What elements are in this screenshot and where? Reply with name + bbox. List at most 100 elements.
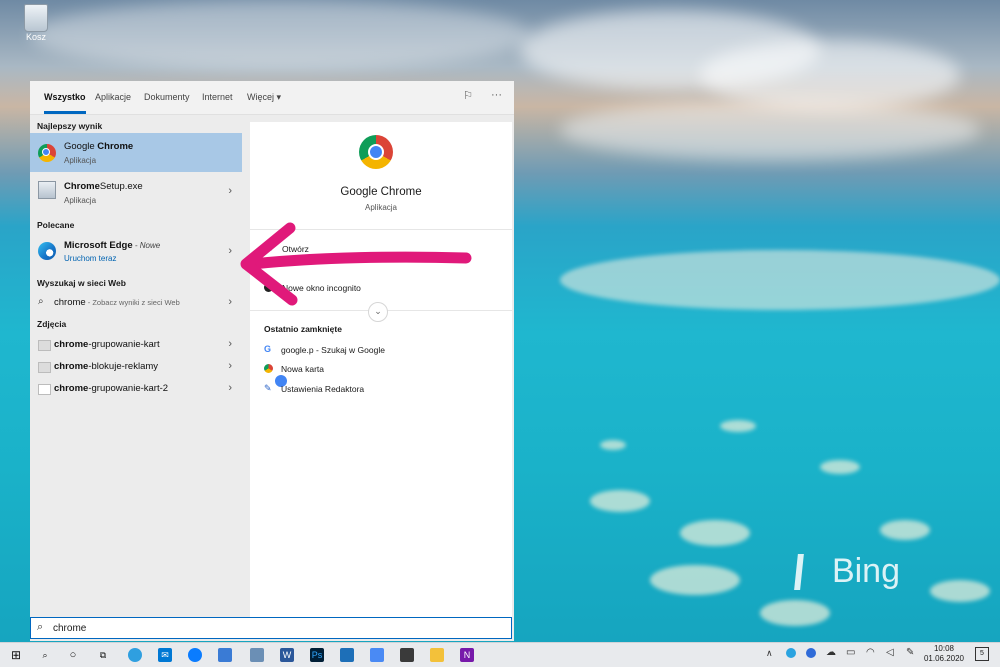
bing-b-icon — [794, 553, 826, 590]
notification-icon[interactable]: 5 — [975, 647, 989, 661]
taskbar: ⊞ ⌕ ○ ⧉ ✉ W Ps N ∧ ☁ ▭ ◠ ◁ ✎ 10:08 01.06… — [0, 642, 1000, 667]
translate-icon[interactable] — [370, 648, 384, 662]
photo-result[interactable]: chrome-blokuje-reklamy › — [30, 357, 242, 377]
recent-item[interactable]: G google.p - Szukaj w Google — [264, 344, 504, 358]
tab-internet[interactable]: Internet — [202, 81, 233, 114]
result-microsoft-edge[interactable]: Microsoft Edge - Nowe Uruchom teraz › — [30, 235, 242, 267]
cortana-icon[interactable]: ○ — [66, 648, 80, 662]
tab-apps[interactable]: Aplikacje — [95, 81, 131, 114]
feedback-icon[interactable]: ⚐ — [463, 89, 473, 102]
chrome-icon — [38, 144, 56, 162]
photo-result[interactable]: chrome-grupowanie-kart › — [30, 335, 242, 355]
recent-label: Nowa karta — [281, 364, 324, 374]
more-options-icon[interactable]: ··· — [491, 89, 502, 102]
pen-icon: ✎ — [264, 383, 272, 393]
photo-title: chrome-blokuje-reklamy — [54, 361, 159, 372]
search-icon: ⌕ — [38, 296, 44, 307]
calculator-icon[interactable] — [400, 648, 414, 662]
clock[interactable]: 10:08 01.06.2020 — [922, 644, 966, 664]
expand-chevron-icon[interactable]: ⌄ — [368, 302, 388, 322]
section-photos: Zdjęcia — [37, 319, 67, 329]
photo-title: chrome-grupowanie-kart — [54, 339, 160, 350]
google-icon: G — [264, 344, 272, 354]
app-tray-icon[interactable] — [806, 648, 816, 658]
launch-now-link[interactable]: Uruchom teraz — [64, 254, 116, 263]
chrome-large-icon — [359, 135, 393, 169]
tab-more-label: Więcej — [247, 92, 275, 102]
chevron-right-icon[interactable]: › — [228, 185, 232, 197]
mail-icon[interactable]: ✉ — [158, 648, 172, 662]
section-web-search: Wyszukaj w sieci Web — [37, 278, 126, 288]
app-icon[interactable] — [218, 648, 232, 662]
image-file-icon — [38, 384, 51, 395]
search-panel: Wszystko Aplikacje Dokumenty Internet Wi… — [30, 81, 514, 641]
task-view-icon[interactable]: ⧉ — [96, 648, 110, 662]
windows-start-icon[interactable]: ⊞ — [9, 648, 23, 662]
onenote-icon[interactable]: N — [460, 648, 474, 662]
chevron-right-icon[interactable]: › — [228, 245, 232, 257]
app-icon[interactable] — [340, 648, 354, 662]
search-icon: ⌕ — [37, 621, 44, 633]
photoshop-icon[interactable]: Ps — [310, 648, 324, 662]
recent-label: Ustawienia Redaktora — [281, 384, 365, 394]
installer-icon — [38, 181, 56, 199]
chevron-right-icon[interactable]: › — [228, 382, 232, 394]
chevron-right-icon[interactable]: › — [228, 296, 232, 308]
result-type: Aplikacja — [64, 156, 97, 165]
result-type: Aplikacja — [64, 196, 97, 205]
network-icon[interactable]: ▭ — [846, 647, 855, 658]
result-title: Microsoft Edge - Nowe — [64, 240, 161, 251]
result-google-chrome[interactable]: Google Chrome Aplikacja — [30, 133, 242, 172]
divider — [250, 229, 512, 230]
wifi-icon[interactable]: ◠ — [866, 647, 875, 658]
result-chrome-setup[interactable]: ChromeSetup.exe Aplikacja › — [30, 175, 242, 209]
clock-time: 10:08 — [933, 644, 955, 653]
messenger-icon[interactable] — [188, 648, 202, 662]
tab-more[interactable]: Więcej ▾ — [247, 81, 281, 114]
preview-title: Google Chrome — [340, 186, 422, 198]
search-box[interactable]: ⌕ chrome — [30, 617, 512, 639]
preview-subtitle: Aplikacja — [364, 203, 397, 212]
pen-tray-icon[interactable]: ✎ — [906, 647, 914, 658]
recent-heading: Ostatnio zamknięte — [264, 324, 342, 334]
chevron-up-icon[interactable]: ∧ — [766, 648, 773, 659]
web-search-result[interactable]: ⌕ chrome - Zobacz wyniki z sieci Web › — [30, 293, 242, 313]
tab-all[interactable]: Wszystko — [44, 81, 86, 114]
action-incognito[interactable]: Nowe okno incognito — [264, 282, 504, 298]
recent-item[interactable]: Nowa karta — [264, 363, 504, 389]
onedrive-icon[interactable]: ☁ — [826, 647, 836, 658]
word-icon[interactable]: W — [280, 648, 294, 662]
image-file-icon — [38, 362, 51, 373]
chevron-right-icon[interactable]: › — [228, 360, 232, 372]
web-query: chrome - Zobacz wyniki z sieci Web — [54, 297, 180, 308]
chrome-icon — [264, 364, 289, 389]
recycle-bin-icon[interactable]: Kosz — [18, 4, 54, 42]
photo-title: chrome-grupowanie-kart-2 — [54, 383, 169, 394]
bing-logo: Bing — [794, 552, 900, 591]
tab-documents[interactable]: Dokumenty — [144, 81, 190, 114]
results-list: Najlepszy wynik Google Chrome Aplikacja … — [30, 115, 242, 619]
section-recommended: Polecane — [37, 220, 75, 230]
chevron-right-icon[interactable]: › — [228, 338, 232, 350]
open-icon: ▭ — [264, 243, 273, 253]
search-icon[interactable]: ⌕ — [38, 648, 52, 662]
app-icon[interactable] — [250, 648, 264, 662]
result-title: ChromeSetup.exe — [64, 181, 143, 192]
telegram-icon[interactable] — [786, 648, 796, 658]
edge-icon — [38, 242, 56, 260]
recycle-bin-label: Kosz — [25, 32, 46, 42]
recent-item[interactable]: ✎ Ustawienia Redaktora — [264, 383, 504, 397]
search-input[interactable]: chrome — [53, 623, 86, 634]
photo-result[interactable]: chrome-grupowanie-kart-2 › — [30, 379, 242, 399]
search-tabs: Wszystko Aplikacje Dokumenty Internet Wi… — [30, 81, 514, 115]
volume-icon[interactable]: ◁ — [886, 647, 894, 658]
preview-pane: Google Chrome Aplikacja ▭ Otwórz Nowe ok… — [250, 122, 512, 619]
notification-count: 5 — [980, 650, 984, 657]
action-label: Otwórz — [282, 244, 309, 254]
incognito-icon — [264, 283, 273, 292]
image-file-icon — [38, 340, 51, 351]
action-open[interactable]: ▭ Otwórz — [264, 242, 504, 258]
file-explorer-icon[interactable] — [430, 648, 444, 662]
clock-date: 01.06.2020 — [923, 654, 965, 663]
edge-taskbar-icon[interactable] — [128, 648, 142, 662]
